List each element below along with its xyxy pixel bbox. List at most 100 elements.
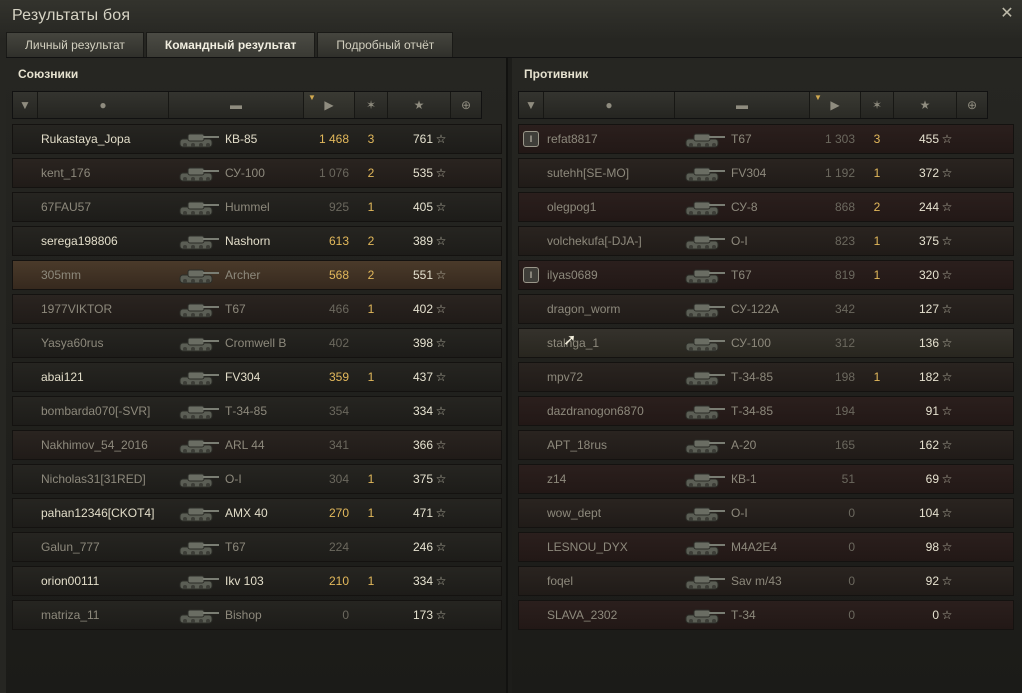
- table-row[interactable]: abai121 FV304 359 1 437 ☆: [12, 362, 502, 392]
- table-row[interactable]: z14 КВ-1 51 69 ☆: [518, 464, 1014, 494]
- frags-value: 2: [367, 234, 375, 248]
- table-row[interactable]: Rukastaya_Jopa КВ-85 1 468 3 761 ☆: [12, 124, 502, 154]
- tank-name: AMX 40: [225, 506, 268, 520]
- table-row[interactable]: APT_18rus А-20 165 162 ☆: [518, 430, 1014, 460]
- table-row[interactable]: dazdranogon6870 Т-34-85 194 91 ☆: [518, 396, 1014, 426]
- table-row[interactable]: Nakhimov_54_2016 ARL 44 341 366 ☆: [12, 430, 502, 460]
- table-row[interactable]: Iilyas0689 T67 819 1 320 ☆: [518, 260, 1014, 290]
- table-row[interactable]: mpv72 Т-34-85 198 1 182 ☆: [518, 362, 1014, 392]
- platoon-icon: I: [523, 131, 539, 147]
- table-row[interactable]: stalnga_1 СУ-100 312 136 ☆: [518, 328, 1014, 358]
- allies-header: ▼ ● ▬ ▶ ▼ ✶ ★ ⊕: [12, 91, 482, 119]
- close-icon[interactable]: ✕: [998, 5, 1016, 23]
- tank-name: Sav m/43: [731, 574, 782, 588]
- table-row[interactable]: Yasya60rus Cromwell B 402 398 ☆: [12, 328, 502, 358]
- star-icon: ☆: [941, 302, 953, 316]
- xp-star-icon[interactable]: ★: [388, 92, 451, 118]
- tank-icon: [677, 467, 731, 491]
- tank-name: СУ-100: [225, 166, 265, 180]
- platoon-icon[interactable]: ▼: [13, 92, 38, 118]
- xp-value: 69: [925, 472, 939, 486]
- tank-icon: [171, 127, 225, 151]
- xp-star-icon[interactable]: ★: [894, 92, 957, 118]
- tab-team[interactable]: Командный результат: [145, 32, 316, 57]
- damage-value: 1 192: [824, 166, 855, 180]
- table-row[interactable]: LESNOU_DYX M4A2E4 0 98 ☆: [518, 532, 1014, 562]
- medal-icon[interactable]: ⊕: [957, 92, 987, 118]
- tank-name: T67: [225, 302, 246, 316]
- star-icon: ☆: [435, 234, 447, 248]
- table-row[interactable]: SLAVA_2302 Т-34 0 0 ☆: [518, 600, 1014, 630]
- tank-icon[interactable]: ▬: [169, 92, 304, 118]
- xp-value: 398: [412, 336, 433, 350]
- star-icon: ☆: [941, 438, 953, 452]
- table-row[interactable]: 1977VIKTOR T67 466 1 402 ☆: [12, 294, 502, 324]
- table-row[interactable]: matriza_11 Bishop 0 173 ☆: [12, 600, 502, 630]
- tank-name: Nashorn: [225, 234, 271, 248]
- table-row[interactable]: dragon_worm СУ-122А 342 127 ☆: [518, 294, 1014, 324]
- table-row[interactable]: wow_dept O-I 0 104 ☆: [518, 498, 1014, 528]
- table-row[interactable]: volchekufa[-DJA-] O-I 823 1 375 ☆: [518, 226, 1014, 256]
- table-row[interactable]: pahan12346[CKOT4] AMX 40 270 1 471 ☆: [12, 498, 502, 528]
- damage-value: 354: [328, 404, 349, 418]
- frags-icon[interactable]: ✶: [861, 92, 894, 118]
- damage-value: 270: [328, 506, 349, 520]
- star-icon: ☆: [941, 336, 953, 350]
- tank-name: СУ-8: [731, 200, 758, 214]
- table-row[interactable]: sutehh[SE-MO] FV304 1 192 1 372 ☆: [518, 158, 1014, 188]
- damage-icon[interactable]: ▶ ▼: [304, 92, 355, 118]
- player-name: 305mm: [41, 268, 82, 282]
- player-name: kent_176: [41, 166, 91, 180]
- platoon-icon[interactable]: ▼: [519, 92, 544, 118]
- tank-icon: [677, 399, 731, 423]
- player-name: orion00111: [41, 574, 100, 588]
- platoon-cell: I: [519, 131, 543, 147]
- tank-name: FV304: [225, 370, 261, 384]
- player-icon[interactable]: ●: [544, 92, 675, 118]
- damage-icon[interactable]: ▶ ▼: [810, 92, 861, 118]
- tank-icon[interactable]: ▬: [675, 92, 810, 118]
- damage-value: 359: [328, 370, 349, 384]
- table-row[interactable]: 305mm Archer 568 2 551 ☆: [12, 260, 502, 290]
- table-row[interactable]: Nicholas31[31RED] O-I 304 1 375 ☆: [12, 464, 502, 494]
- tank-icon: [677, 433, 731, 457]
- star-icon: ☆: [435, 336, 447, 350]
- table-row[interactable]: 67FAU57 Hummel 925 1 405 ☆: [12, 192, 502, 222]
- table-row[interactable]: serega198806 Nashorn 613 2 389 ☆: [12, 226, 502, 256]
- damage-value: 925: [328, 200, 349, 214]
- table-row[interactable]: foqel Sav m/43 0 92 ☆: [518, 566, 1014, 596]
- table-row[interactable]: Galun_777 T67 224 246 ☆: [12, 532, 502, 562]
- tank-icon: [677, 501, 731, 525]
- table-row[interactable]: orion00111 Ikv 103 210 1 334 ☆: [12, 566, 502, 596]
- damage-value: 0: [342, 608, 349, 622]
- tank-icon: [677, 603, 731, 627]
- star-icon: ☆: [435, 608, 447, 622]
- frags-value: 1: [873, 234, 881, 248]
- tank-icon: [171, 467, 225, 491]
- star-icon: ☆: [941, 132, 953, 146]
- star-icon: ☆: [941, 370, 953, 384]
- tank-name: T67: [225, 540, 246, 554]
- table-row[interactable]: kent_176 СУ-100 1 076 2 535 ☆: [12, 158, 502, 188]
- tab-bar: Личный результат Командный результат Под…: [6, 32, 455, 57]
- frags-icon[interactable]: ✶: [355, 92, 388, 118]
- tank-icon: [677, 161, 731, 185]
- tank-name: O-I: [225, 472, 242, 486]
- table-row[interactable]: bombarda070[-SVR] Т-34-85 354 334 ☆: [12, 396, 502, 426]
- tab-personal[interactable]: Личный результат: [6, 32, 144, 57]
- player-icon[interactable]: ●: [38, 92, 169, 118]
- table-row[interactable]: olegpog1 СУ-8 868 2 244 ☆: [518, 192, 1014, 222]
- enemies-title: Противник: [524, 67, 589, 81]
- tank-icon: [171, 603, 225, 627]
- tank-name: СУ-122А: [731, 302, 779, 316]
- star-icon: ☆: [941, 608, 953, 622]
- tab-detailed[interactable]: Подробный отчёт: [317, 32, 454, 57]
- medal-icon[interactable]: ⊕: [451, 92, 481, 118]
- xp-value: 92: [925, 574, 939, 588]
- player-name: matriza_11: [41, 608, 100, 622]
- star-icon: ☆: [941, 574, 953, 588]
- frags-value: 1: [873, 370, 881, 384]
- damage-value: 466: [328, 302, 349, 316]
- table-row[interactable]: Irefat8817 T67 1 303 3 455 ☆: [518, 124, 1014, 154]
- results-panels: Союзники ▼ ● ▬ ▶ ▼ ✶ ★ ⊕ Rukastaya_Jopa КВ-85 1 4…: [6, 57, 1022, 693]
